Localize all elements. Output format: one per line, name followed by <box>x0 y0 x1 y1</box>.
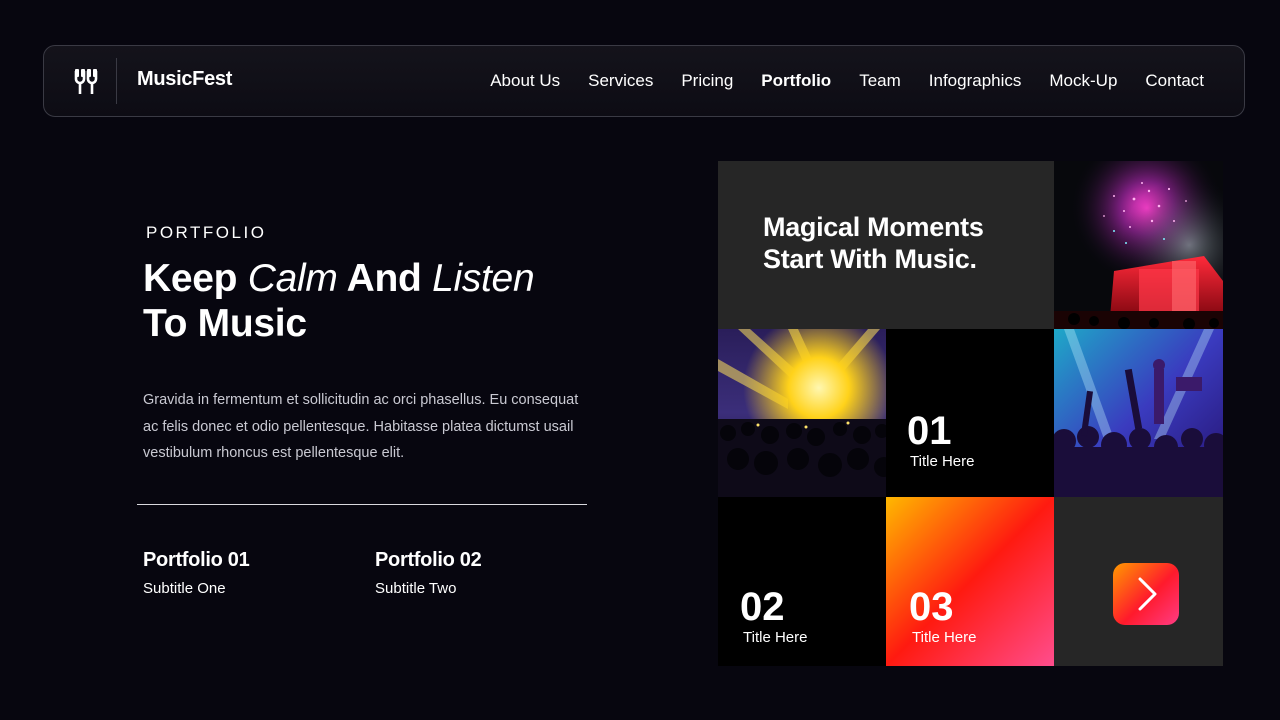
tile-number: 01 <box>907 409 952 453</box>
headline-part: To Music <box>143 302 307 345</box>
nav-link-contact[interactable]: Contact <box>1145 71 1204 91</box>
fireworks-concert-image[interactable] <box>1054 161 1223 329</box>
tile-title: Title Here <box>743 629 808 646</box>
section-divider <box>137 504 587 505</box>
tile-number: 03 <box>909 585 954 629</box>
tile-title: Title Here <box>910 453 975 470</box>
next-tile <box>1054 497 1223 666</box>
portfolio-tile-02[interactable]: 02 Title Here <box>718 497 886 666</box>
page-headline: Keep Calm And Listen To Music <box>143 256 535 346</box>
tile-number: 02 <box>740 585 785 629</box>
portfolio-item-02[interactable]: Portfolio 02 Subtitle Two <box>375 549 482 597</box>
portfolio-item-subtitle: Subtitle Two <box>375 580 457 597</box>
page: MusicFest About Us Services Pricing Port… <box>0 0 1280 720</box>
nav-link-team[interactable]: Team <box>859 71 901 91</box>
plug-icon[interactable] <box>72 68 100 96</box>
portfolio-item-title: Portfolio 01 <box>143 549 250 571</box>
portfolio-item-subtitle: Subtitle One <box>143 580 226 597</box>
portfolio-tile-01[interactable]: 01 Title Here <box>886 329 1054 497</box>
nav-link-mock-up[interactable]: Mock-Up <box>1049 71 1117 91</box>
brand-name[interactable]: MusicFest <box>137 68 232 91</box>
portfolio-item-01[interactable]: Portfolio 01 Subtitle One <box>143 549 250 597</box>
nav-link-infographics[interactable]: Infographics <box>929 71 1022 91</box>
logo-divider <box>116 58 117 104</box>
tile-title: Title Here <box>912 629 977 646</box>
nav-link-pricing[interactable]: Pricing <box>681 71 733 91</box>
main-menu: About Us Services Pricing Portfolio Team… <box>462 46 1204 116</box>
portfolio-grid: Magical Moments Start With Music. 01 Tit… <box>718 161 1223 666</box>
tagline-tile: Magical Moments Start With Music. <box>718 161 1054 329</box>
next-button[interactable] <box>1113 563 1179 625</box>
portfolio-item-title: Portfolio 02 <box>375 549 482 571</box>
chevron-right-icon <box>1138 577 1157 611</box>
headline-part: And <box>337 257 433 300</box>
top-navigation-bar: MusicFest About Us Services Pricing Port… <box>43 45 1245 117</box>
concert-crowd-yellow-lights-image[interactable] <box>718 329 886 497</box>
section-eyebrow: PORTFOLIO <box>146 223 267 242</box>
portfolio-tile-03[interactable]: 03 Title Here <box>886 497 1054 666</box>
nav-link-portfolio[interactable]: Portfolio <box>761 71 831 91</box>
headline-italic-listen: Listen <box>432 257 535 300</box>
tagline-text: Magical Moments Start With Music. <box>763 211 984 275</box>
concert-crowd-purple-lights-image[interactable] <box>1054 329 1223 497</box>
intro-paragraph: Gravida in fermentum et sollicitudin ac … <box>143 392 579 461</box>
tagline-line: Start With Music. <box>763 244 977 274</box>
headline-italic-calm: Calm <box>247 257 338 300</box>
tagline-line: Magical Moments <box>763 212 984 242</box>
nav-link-services[interactable]: Services <box>588 71 653 91</box>
nav-link-about-us[interactable]: About Us <box>490 71 560 91</box>
headline-part: Keep <box>143 257 248 300</box>
